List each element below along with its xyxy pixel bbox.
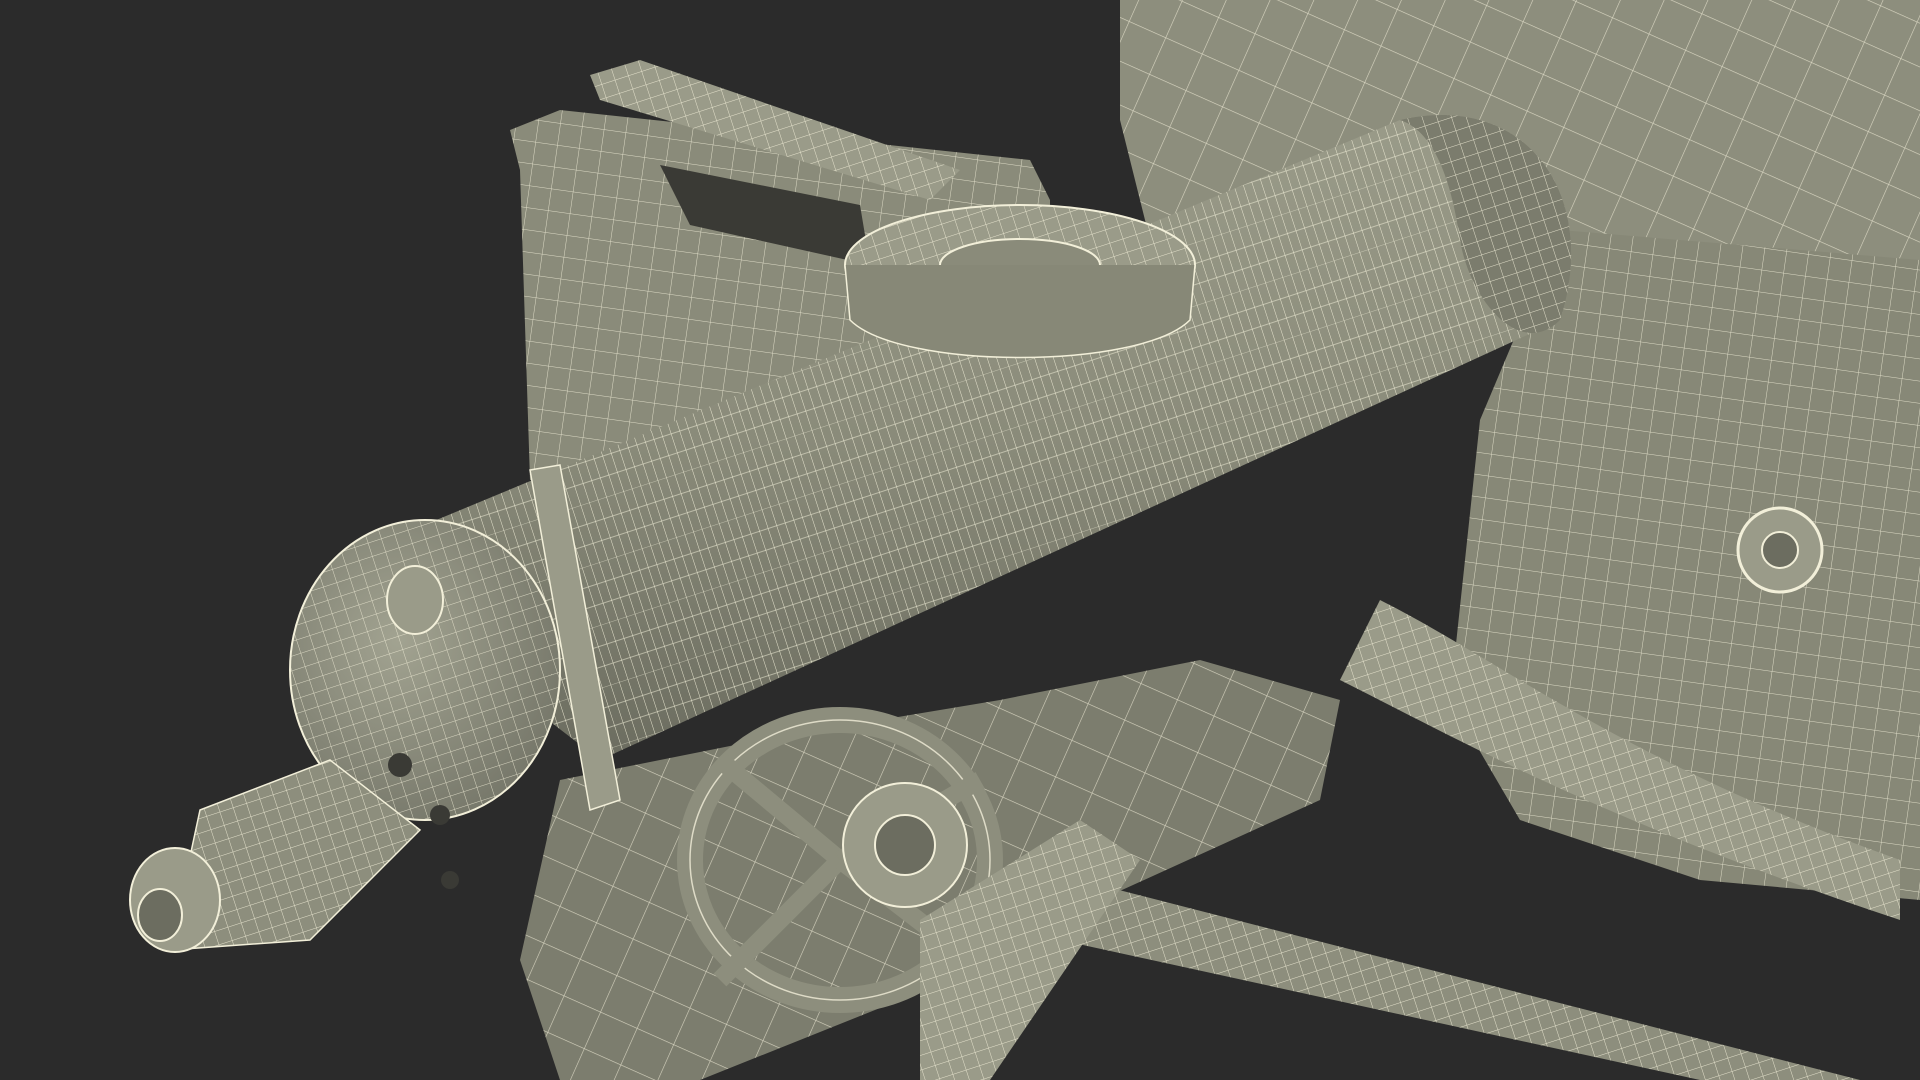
filler-cap	[844, 204, 1196, 359]
wireframe-render	[129, 0, 1920, 1080]
wireframe-render-scene	[0, 0, 1920, 1080]
muzzle-assembly	[129, 519, 561, 953]
